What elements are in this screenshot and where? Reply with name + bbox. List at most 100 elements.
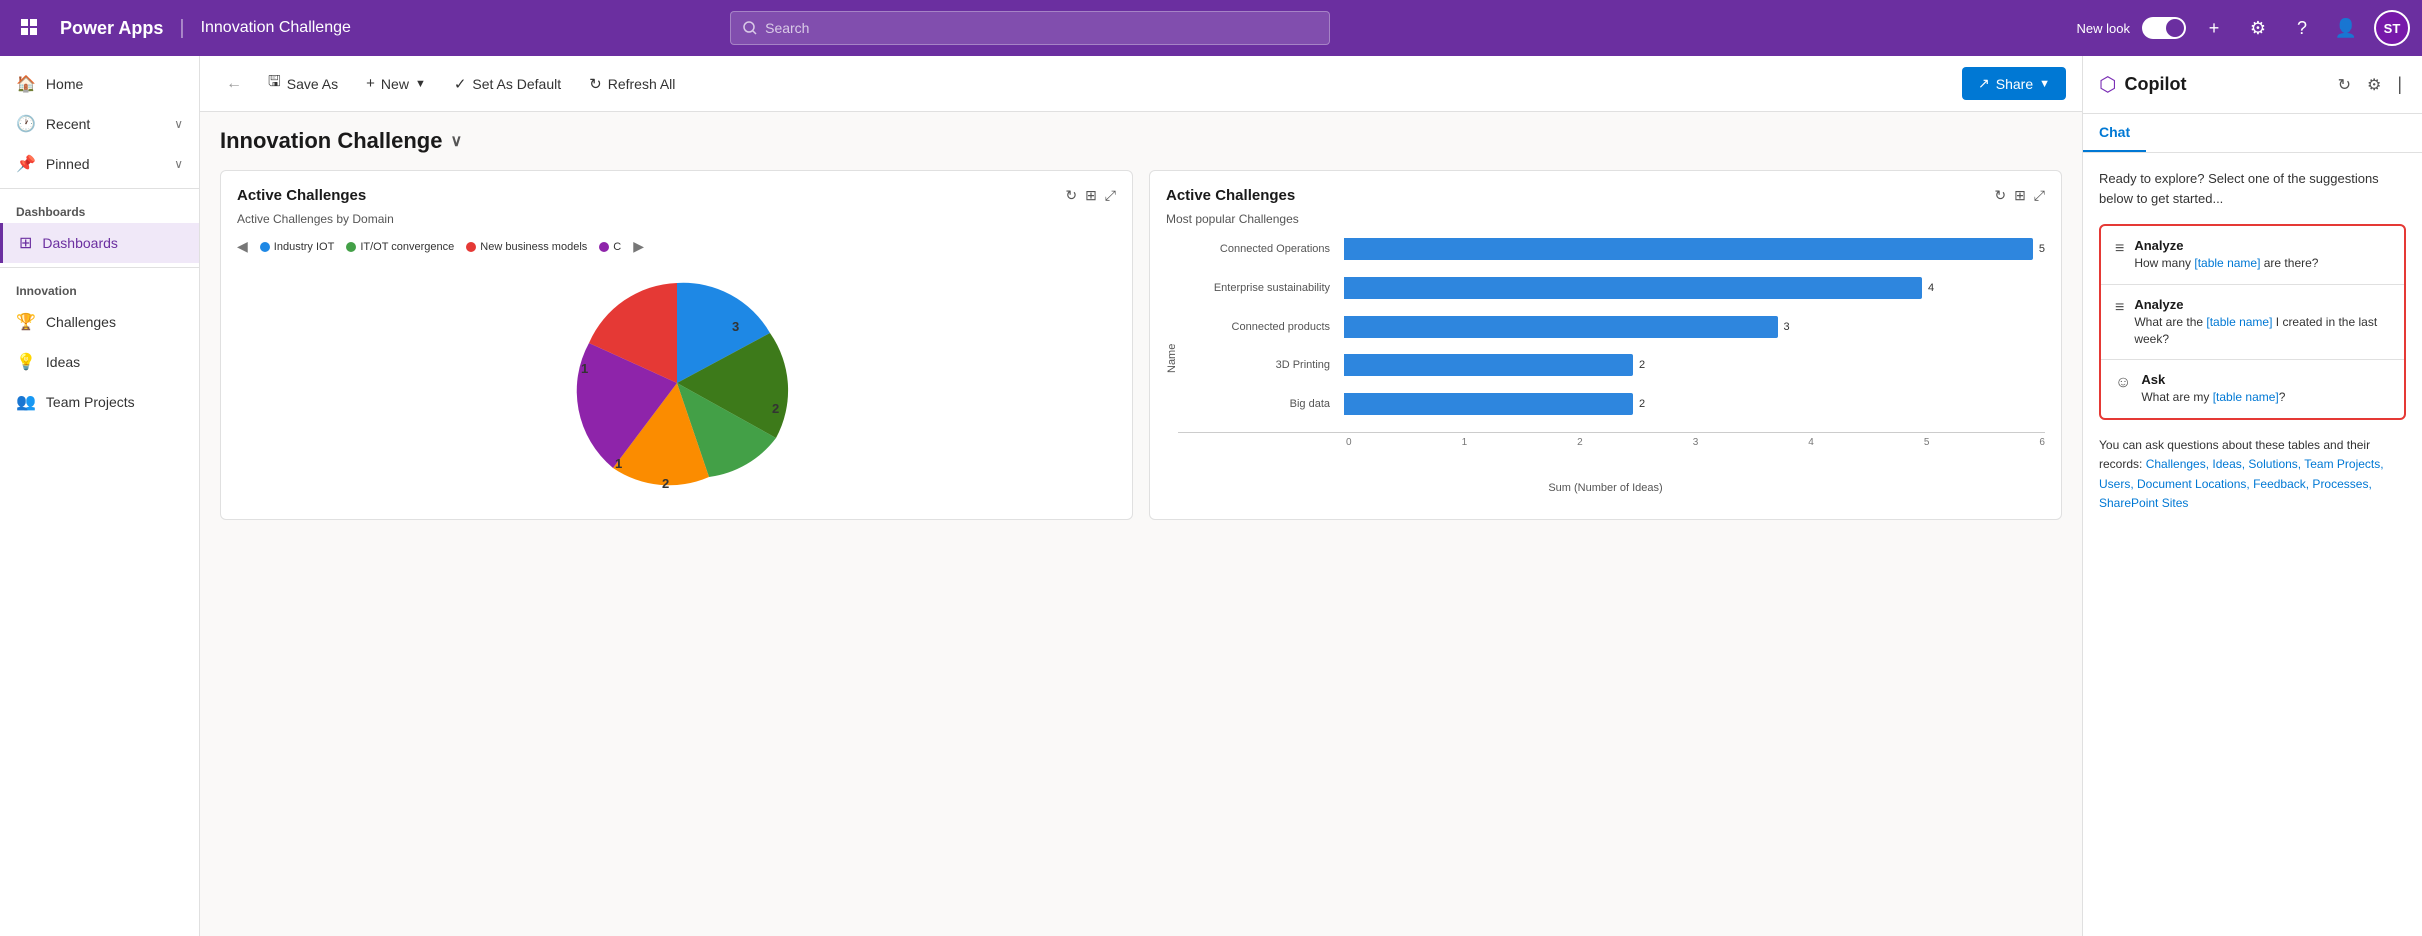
bar-row-2: Enterprise sustainability 4	[1178, 277, 2045, 299]
sidebar-divider-1	[0, 188, 199, 189]
app-name: Power Apps	[60, 18, 163, 39]
team-projects-icon: 👥	[16, 392, 36, 412]
save-as-button[interactable]: 🖫 Save As	[256, 65, 350, 102]
sidebar-item-recent[interactable]: 🕐 Recent ∨	[0, 104, 199, 144]
suggestion-1-text: How many [table name] are there?	[2134, 255, 2390, 272]
legend-dot-3	[466, 242, 476, 252]
sidebar-team-projects-label: Team Projects	[46, 394, 135, 410]
bar-chart-actions: ↻ ⊞ ⤢	[1994, 187, 2045, 204]
new-look-label: New look	[2077, 21, 2130, 36]
toolbar: ← 🖫 Save As + New ▼ ✓ Set As Default ↻ R…	[200, 56, 2082, 112]
legend-item-2: IT/OT convergence	[346, 241, 454, 253]
grid-menu-button[interactable]	[12, 10, 48, 46]
bar-row-4: 3D Printing 2	[1178, 354, 2045, 376]
suggestion-3-content: Ask What are my [table name]?	[2141, 372, 2390, 406]
legend-label-3: New business models	[480, 241, 587, 253]
top-nav-right: New look + ⚙ ? 👤 ST	[2077, 10, 2410, 46]
bar-label-2: Enterprise sustainability	[1178, 282, 1338, 294]
suggestion-1-link[interactable]: [table name]	[2194, 256, 2260, 270]
ideas-icon: 💡	[16, 352, 36, 372]
pie-chart-table-btn[interactable]: ⊞	[1085, 187, 1097, 204]
challenges-icon: 🏆	[16, 312, 36, 332]
bar-value-5: 2	[1639, 398, 1645, 410]
copilot-close-btn[interactable]: |	[2393, 70, 2406, 99]
sidebar-pinned-label: Pinned	[46, 156, 90, 172]
sidebar-challenges-label: Challenges	[46, 314, 116, 330]
sidebar-recent-label: Recent	[46, 116, 90, 132]
legend-item-3: New business models	[466, 241, 587, 253]
suggestion-2-content: Analyze What are the [table name] I crea…	[2134, 297, 2390, 348]
sidebar-item-pinned[interactable]: 📌 Pinned ∨	[0, 144, 199, 184]
sidebar-item-dashboards[interactable]: ⊞ Dashboards	[0, 223, 199, 263]
suggestion-2-type: Analyze	[2134, 297, 2390, 312]
copilot-settings-btn[interactable]: ⚙	[2363, 70, 2385, 99]
sidebar-dashboards-label: Dashboards	[42, 235, 118, 251]
pie-legend: ◀ Industry IOT IT/OT convergence New bus…	[237, 238, 1116, 255]
pie-chart-card: Active Challenges ↻ ⊞ ⤢ Active Challenge…	[220, 170, 1133, 520]
bar-label-4: 3D Printing	[1178, 359, 1338, 371]
search-box[interactable]	[730, 11, 1330, 45]
bar-value-1: 5	[2039, 243, 2045, 255]
help-icon[interactable]: ?	[2286, 12, 2318, 44]
bar-3	[1344, 316, 1778, 338]
sidebar-item-ideas[interactable]: 💡 Ideas	[0, 342, 199, 382]
suggestion-item-1[interactable]: ≡ Analyze How many [table name] are ther…	[2101, 226, 2404, 285]
new-look-toggle[interactable]	[2142, 17, 2186, 39]
pie-chart-container: 3 2 1 1 2	[237, 263, 1116, 503]
x-label-3: 3	[1693, 437, 1699, 448]
bar-chart-card: Active Challenges ↻ ⊞ ⤢ Most popular Cha…	[1149, 170, 2062, 520]
charts-row: Active Challenges ↻ ⊞ ⤢ Active Challenge…	[220, 170, 2062, 520]
suggestion-item-3[interactable]: ☺ Ask What are my [table name]?	[2101, 360, 2404, 418]
copilot-suggestions: ≡ Analyze How many [table name] are ther…	[2099, 224, 2406, 420]
dashboard-title-chevron-icon[interactable]: ∨	[450, 131, 462, 151]
copilot-intro-text: Ready to explore? Select one of the sugg…	[2099, 169, 2406, 208]
suggestion-item-2[interactable]: ≡ Analyze What are the [table name] I cr…	[2101, 285, 2404, 361]
svg-text:1: 1	[615, 456, 622, 471]
set-as-default-button[interactable]: ✓ Set As Default	[442, 69, 573, 99]
refresh-all-button[interactable]: ↻ Refresh All	[577, 69, 687, 99]
sidebar-item-team-projects[interactable]: 👥 Team Projects	[0, 382, 199, 422]
search-input[interactable]	[765, 20, 1317, 36]
x-axis-title: Sum (Number of Ideas)	[1166, 482, 2045, 494]
legend-prev-icon[interactable]: ◀	[237, 238, 248, 255]
suggestion-3-link[interactable]: [table name]	[2213, 390, 2279, 404]
dashboard-area: Innovation Challenge ∨ Active Challenges…	[200, 112, 2082, 936]
bar-2	[1344, 277, 1922, 299]
y-axis-label: Name	[1166, 238, 1178, 478]
pie-chart-actions: ↻ ⊞ ⤢	[1065, 187, 1116, 204]
pie-chart-expand-btn[interactable]: ⤢	[1105, 187, 1116, 204]
copilot-refresh-btn[interactable]: ↻	[2334, 70, 2355, 99]
bar-chart-expand-btn[interactable]: ⤢	[2034, 187, 2045, 204]
pie-chart-svg: 3 2 1 1 2	[547, 273, 807, 493]
suggestion-2-link[interactable]: [table name]	[2206, 315, 2272, 329]
legend-label-4: C	[613, 241, 621, 253]
add-button[interactable]: +	[2198, 12, 2230, 44]
bar-chart-table-btn[interactable]: ⊞	[2014, 187, 2026, 204]
pinned-chevron-icon: ∨	[174, 157, 183, 171]
suggestion-3-smiley-icon: ☺	[2115, 374, 2131, 406]
share-button[interactable]: ↗ Share ▼	[1962, 67, 2066, 100]
sidebar-item-challenges[interactable]: 🏆 Challenges	[0, 302, 199, 342]
bar-label-5: Big data	[1178, 398, 1338, 410]
copilot-tab-chat[interactable]: Chat	[2083, 114, 2146, 152]
set-as-default-label: Set As Default	[472, 76, 561, 92]
dashboard-title-text: Innovation Challenge	[220, 128, 442, 154]
profile-icon[interactable]: 👤	[2330, 12, 2362, 44]
legend-next-icon[interactable]: ▶	[633, 238, 644, 255]
x-label-1: 1	[1462, 437, 1468, 448]
avatar[interactable]: ST	[2374, 10, 2410, 46]
pie-chart-refresh-btn[interactable]: ↻	[1065, 187, 1077, 204]
new-button[interactable]: + New ▼	[354, 69, 438, 98]
bar-label-1: Connected Operations	[1178, 243, 1338, 255]
bar-value-2: 4	[1928, 282, 1934, 294]
sidebar-item-home[interactable]: 🏠 Home	[0, 64, 199, 104]
x-axis-labels: 0 1 2 3 4 5 6	[1178, 432, 2045, 448]
copilot-header: ⬡ Copilot ↻ ⚙ |	[2083, 56, 2422, 114]
bar-chart-refresh-btn[interactable]: ↻	[1994, 187, 2006, 204]
sidebar-divider-2	[0, 267, 199, 268]
back-button[interactable]: ←	[216, 69, 252, 99]
svg-text:2: 2	[772, 401, 779, 416]
sidebar-home-label: Home	[46, 76, 83, 92]
settings-icon[interactable]: ⚙	[2242, 12, 2274, 44]
save-as-icon: 🖫	[268, 71, 281, 96]
